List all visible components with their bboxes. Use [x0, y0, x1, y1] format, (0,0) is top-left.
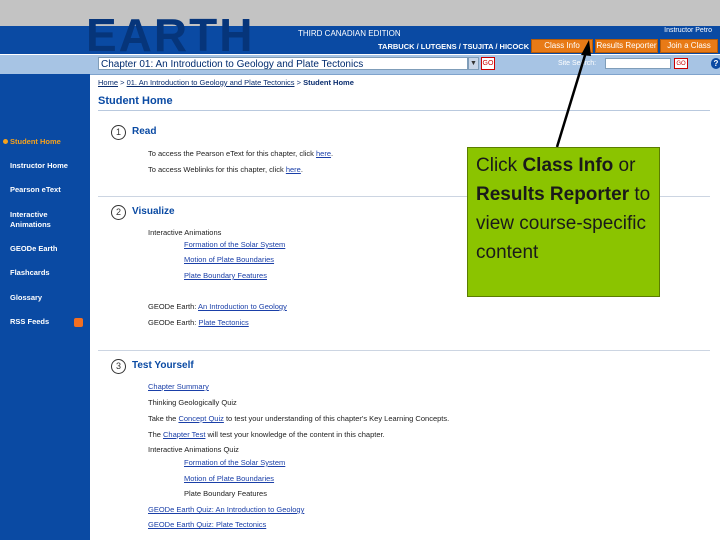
- callout-text: or: [613, 155, 636, 176]
- callout-bold-results-reporter: Results Reporter: [476, 184, 630, 205]
- callout-text: Click: [476, 155, 523, 176]
- callout-bold-class-info: Class Info: [522, 155, 614, 176]
- callout-box: Click Class Info or Results Reporter to …: [467, 147, 660, 297]
